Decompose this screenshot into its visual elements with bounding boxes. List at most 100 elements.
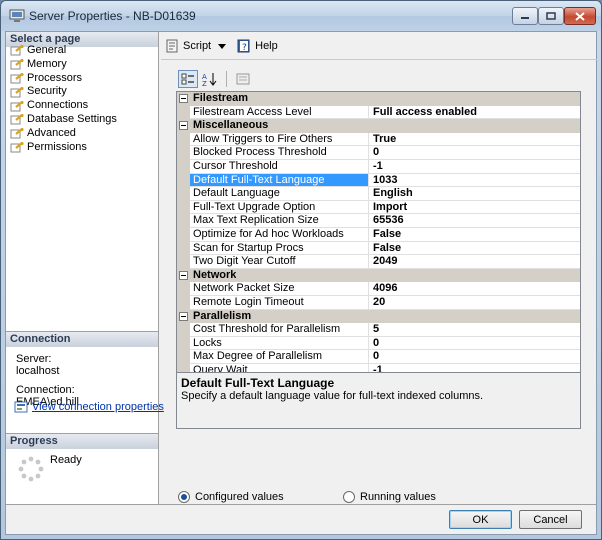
page-list: General Memory Processors Security Connectio… [10, 44, 117, 154]
maximize-button[interactable] [538, 7, 564, 25]
collapse-icon[interactable] [179, 94, 188, 104]
property-row[interactable]: Remote Login Timeout 20 [177, 295, 580, 310]
property-value[interactable]: 0 [369, 337, 580, 351]
page-item-label: Database Settings [27, 112, 117, 125]
property-value[interactable]: 2049 [369, 255, 580, 269]
property-row[interactable]: Network Packet Size 4096 [177, 282, 580, 296]
property-value[interactable]: 5 [369, 323, 580, 337]
configured-values-radio[interactable]: Configured values [178, 491, 284, 503]
property-value[interactable]: False [369, 228, 580, 242]
dialog-button-bar: OK Cancel [6, 504, 596, 534]
property-value[interactable]: 0 [369, 350, 580, 364]
page-wrench-icon [10, 45, 24, 56]
property-row[interactable]: Filestream Access Level Full access enabl… [177, 105, 580, 120]
property-value[interactable]: English [369, 187, 580, 201]
page-wrench-icon [10, 128, 24, 139]
property-value[interactable]: 1033 [369, 174, 580, 188]
running-values-radio[interactable]: Running values [343, 491, 436, 503]
row-gutter[interactable] [177, 268, 190, 283]
description-panel: Default Full-Text Language Specify a def… [176, 372, 581, 429]
property-row[interactable]: Allow Triggers to Fire Others True [177, 132, 580, 147]
property-name: Max Degree of Parallelism [190, 350, 369, 364]
property-value[interactable]: True [369, 133, 580, 147]
property-value[interactable]: 0 [369, 146, 580, 160]
row-gutter[interactable] [177, 92, 190, 106]
page-wrench-icon [10, 100, 24, 112]
configured-values-dot[interactable] [178, 491, 190, 503]
page-item-label: Memory [27, 57, 67, 70]
view-connection-properties-link[interactable]: View connection properties [14, 401, 164, 413]
collapse-icon[interactable] [179, 121, 188, 131]
svg-text:Z: Z [202, 80, 207, 86]
page-item-permissions[interactable]: Permissions [10, 141, 117, 155]
help-book-icon: ? [237, 39, 250, 53]
connection-label: Connection: [16, 384, 75, 396]
property-name: Locks [190, 336, 369, 351]
property-value[interactable]: -1 [369, 160, 580, 174]
property-row[interactable]: Default Full-Text Language 1033 [177, 173, 580, 188]
property-value[interactable]: 65536 [369, 214, 580, 228]
cancel-button[interactable]: Cancel [519, 510, 582, 529]
close-button[interactable] [564, 7, 596, 25]
description-title: Default Full-Text Language [181, 376, 335, 390]
category-name: Filestream [193, 92, 249, 104]
property-name: Filestream Access Level [190, 105, 369, 120]
alphabetical-button[interactable]: A Z [200, 70, 220, 88]
help-label: Help [255, 40, 278, 52]
row-gutter [177, 200, 190, 215]
property-row[interactable]: Two Digit Year Cutoff 2049 [177, 255, 580, 269]
property-row[interactable]: Locks 0 [177, 336, 580, 351]
property-category-row[interactable]: Network [177, 268, 580, 283]
property-category-row[interactable]: Miscellaneous [177, 119, 580, 133]
categorized-button[interactable] [178, 70, 198, 88]
page-item-connections[interactable]: Connections [10, 99, 117, 113]
ok-button[interactable]: OK [449, 510, 512, 529]
row-gutter [177, 241, 190, 256]
property-value[interactable]: 4096 [369, 282, 580, 296]
row-gutter[interactable] [177, 309, 190, 324]
property-category-row[interactable]: Parallelism [177, 309, 580, 324]
property-value[interactable]: Import [369, 201, 580, 215]
property-row[interactable]: Cost Threshold for Parallelism 5 [177, 323, 580, 337]
help-button[interactable]: ? Help [236, 38, 278, 54]
property-row[interactable]: Default Language English [177, 187, 580, 201]
property-pages-icon [236, 73, 250, 85]
property-name: Full-Text Upgrade Option [190, 200, 369, 215]
chevron-down-icon[interactable] [218, 43, 227, 49]
minimize-button[interactable] [512, 7, 538, 25]
property-value[interactable]: False [369, 242, 580, 256]
page-item-security[interactable]: Security [10, 85, 117, 99]
property-value[interactable]: Full access enabled [369, 106, 580, 120]
toolbar-separator [226, 71, 227, 87]
page-item-advanced[interactable]: Advanced [10, 127, 117, 141]
property-row[interactable]: Cursor Threshold -1 [177, 159, 580, 174]
page-item-database-settings[interactable]: Database Settings [10, 113, 117, 127]
property-grid[interactable]: Filestream Filestream Access Level Full ac… [176, 91, 581, 373]
category-name: Parallelism [193, 309, 252, 322]
property-row[interactable]: Full-Text Upgrade Option Import [177, 200, 580, 215]
property-row[interactable]: Scan for Startup Procs False [177, 241, 580, 256]
property-value[interactable]: 20 [369, 296, 580, 310]
connection-header: Connection [6, 332, 158, 347]
collapse-icon[interactable] [179, 311, 188, 321]
row-gutter [177, 146, 190, 160]
page-item-general[interactable]: General [10, 44, 117, 58]
page-item-memory[interactable]: Memory [10, 58, 117, 72]
row-gutter [177, 187, 190, 201]
collapse-icon[interactable] [179, 271, 188, 281]
property-row[interactable]: Blocked Process Threshold 0 [177, 146, 580, 160]
row-gutter[interactable] [177, 119, 190, 133]
property-pages-button[interactable] [233, 70, 253, 88]
page-item-processors[interactable]: Processors [10, 72, 117, 86]
property-category-row[interactable]: Filestream [177, 92, 580, 106]
property-row[interactable]: Optimize for Ad hoc Workloads False [177, 227, 580, 242]
running-values-dot[interactable] [343, 491, 355, 503]
script-button[interactable]: Script [164, 38, 227, 54]
property-row[interactable]: Max Text Replication Size 65536 [177, 214, 580, 228]
property-row[interactable]: Max Degree of Parallelism 0 [177, 350, 580, 364]
row-gutter [177, 132, 190, 147]
row-gutter [177, 350, 190, 364]
property-name: Cursor Threshold [190, 159, 369, 174]
view-connection-link-text[interactable]: View connection properties [32, 401, 164, 413]
title-bar[interactable]: Server Properties - NB-D01639 [1, 1, 601, 31]
